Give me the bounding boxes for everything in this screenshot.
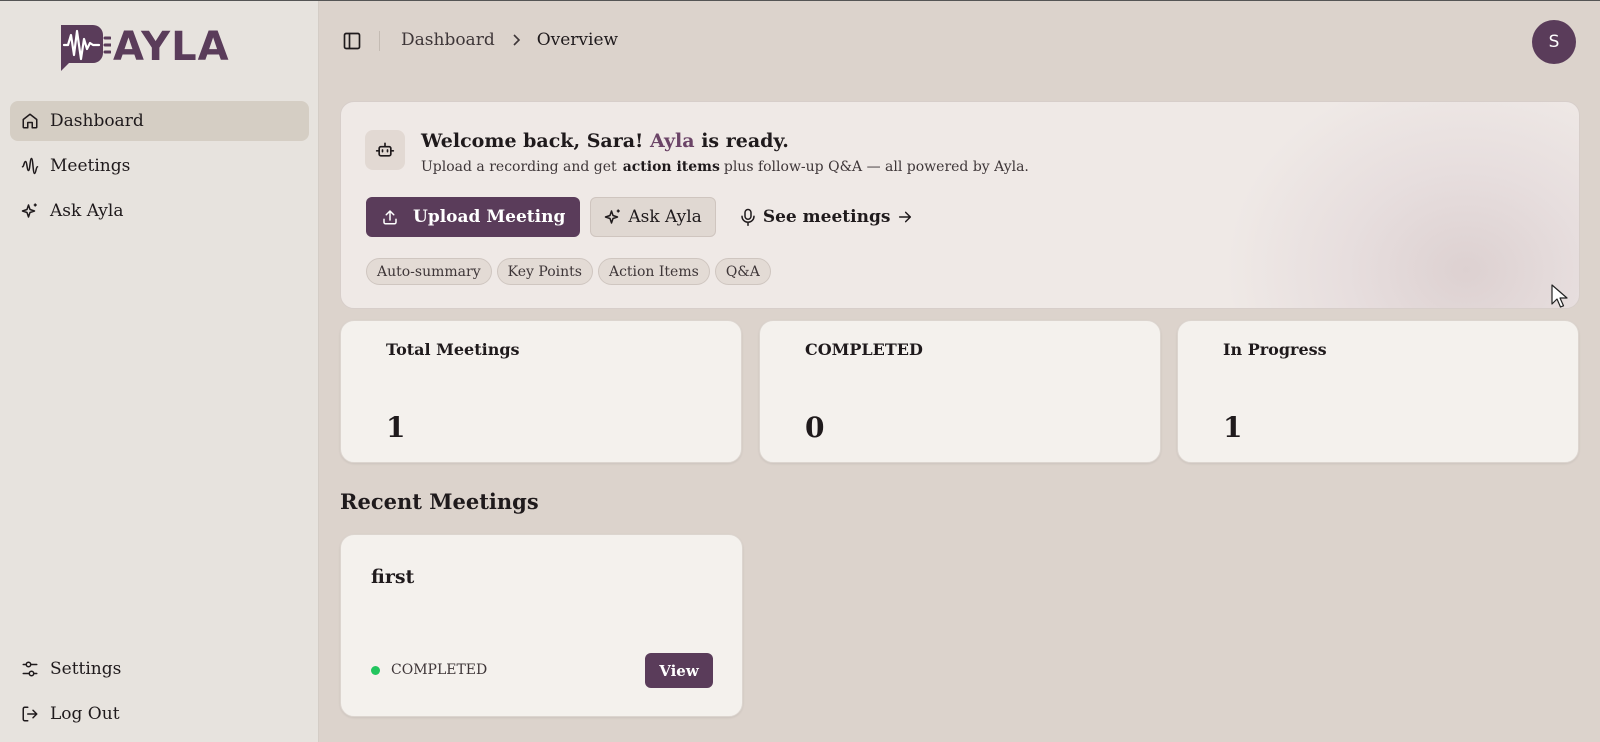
meeting-card[interactable]: first COMPLETED View xyxy=(340,534,743,717)
header-divider xyxy=(379,31,380,51)
sparkles-icon xyxy=(604,208,622,226)
chip-qa: Q&A xyxy=(714,258,771,285)
welcome-ready: is ready. xyxy=(701,130,789,152)
stat-card-total: Total Meetings 1 xyxy=(340,320,742,463)
sidebar-item-settings[interactable]: Settings xyxy=(10,649,309,689)
stat-label: COMPLETED xyxy=(805,340,923,359)
sidebar-item-ask-ayla[interactable]: Ask Ayla xyxy=(10,191,309,231)
status-dot-icon xyxy=(371,665,380,675)
ask-ayla-button[interactable]: Ask Ayla xyxy=(590,197,716,237)
sidebar-item-dashboard[interactable]: Dashboard xyxy=(10,101,309,141)
ask-ayla-label: Ask Ayla xyxy=(628,207,702,227)
welcome-title: Welcome back, Sara! Ayla is ready. xyxy=(421,130,789,152)
sidebar-item-label: Settings xyxy=(50,659,122,679)
sidebar-item-log-out[interactable]: Log Out xyxy=(10,694,309,734)
mouse-cursor-icon xyxy=(1551,284,1568,308)
stat-label: In Progress xyxy=(1223,340,1327,359)
breadcrumb-dashboard[interactable]: Dashboard xyxy=(401,30,495,50)
log-out-icon xyxy=(21,705,39,723)
stat-value: 0 xyxy=(805,411,825,444)
welcome-greeting: Welcome back, Sara! xyxy=(421,130,644,152)
status-badge: COMPLETED xyxy=(391,662,488,678)
stat-card-in-progress: In Progress 1 xyxy=(1177,320,1579,463)
subtitle-emphasis: action items xyxy=(622,159,720,175)
see-meetings-label: See meetings xyxy=(762,207,891,227)
upload-meeting-button[interactable]: Upload Meeting xyxy=(366,197,581,237)
recent-meetings-title: Recent Meetings xyxy=(340,489,539,514)
arrow-right-icon xyxy=(897,209,913,225)
sidebar-bottom-nav: Settings Log Out xyxy=(10,649,309,739)
sparkles-icon xyxy=(21,202,39,220)
bot-icon xyxy=(365,130,405,170)
home-icon xyxy=(21,112,39,130)
welcome-brand: Ayla xyxy=(650,130,695,152)
chip-action-items: Action Items xyxy=(597,258,710,285)
chevron-right-icon xyxy=(511,34,521,46)
see-meetings-link[interactable]: See meetings xyxy=(740,207,914,227)
chip-key-points: Key Points xyxy=(496,258,593,285)
microphone-icon xyxy=(740,208,756,226)
stat-value: 1 xyxy=(386,411,406,444)
subtitle-text-end: plus follow-up Q&A — all powered by Ayla… xyxy=(723,159,1029,175)
sliders-icon xyxy=(21,660,39,678)
audio-wave-icon xyxy=(21,157,39,175)
welcome-card: Welcome back, Sara! Ayla is ready. Uploa… xyxy=(340,101,1580,309)
chip-auto-summary: Auto-summary xyxy=(366,258,492,285)
sidebar: AYLA Dashboard Meetings Ask Ayla Setting… xyxy=(0,1,319,742)
stat-value: 1 xyxy=(1223,411,1243,444)
meeting-status: COMPLETED xyxy=(371,662,487,678)
brand-name: AYLA xyxy=(113,24,230,70)
avatar[interactable]: S xyxy=(1532,20,1576,64)
sidebar-item-label: Log Out xyxy=(50,704,120,724)
subtitle-text: Upload a recording and get xyxy=(421,159,617,175)
feature-chips: Auto-summary Key Points Action Items Q&A xyxy=(366,258,776,285)
sidebar-item-label: Meetings xyxy=(50,156,131,176)
brand-logo[interactable]: AYLA xyxy=(55,21,230,73)
upload-icon xyxy=(381,208,399,226)
upload-meeting-label: Upload Meeting xyxy=(413,207,566,227)
welcome-actions: Upload Meeting Ask Ayla See meetings xyxy=(366,197,913,237)
logo-waveform-icon xyxy=(61,25,111,71)
sidebar-item-label: Ask Ayla xyxy=(50,201,124,221)
sidebar-toggle-icon[interactable] xyxy=(342,31,362,51)
meeting-title: first xyxy=(371,566,415,588)
breadcrumb-current: Overview xyxy=(536,30,619,50)
sidebar-item-label: Dashboard xyxy=(50,111,144,131)
breadcrumb: Dashboard Overview xyxy=(401,30,618,50)
stat-label: Total Meetings xyxy=(386,340,520,359)
stat-card-completed: COMPLETED 0 xyxy=(759,320,1161,463)
sidebar-item-meetings[interactable]: Meetings xyxy=(10,146,309,186)
view-meeting-button[interactable]: View xyxy=(645,653,713,688)
sidebar-nav: Dashboard Meetings Ask Ayla xyxy=(10,101,309,236)
welcome-subtitle: Upload a recording and get action items pl… xyxy=(421,159,1029,175)
top-header: Dashboard Overview S xyxy=(320,1,1600,81)
